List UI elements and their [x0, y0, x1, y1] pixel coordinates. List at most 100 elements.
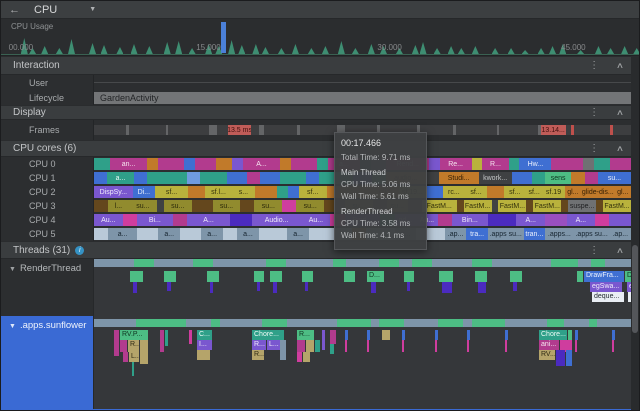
track-segment[interactable]: [583, 158, 594, 170]
track-segment[interactable]: sf...: [465, 186, 487, 198]
track-segment[interactable]: [371, 319, 379, 327]
flame-block[interactable]: DrawFra...: [584, 271, 624, 282]
flame-spike[interactable]: [330, 344, 334, 354]
track-segment[interactable]: FastM...: [498, 200, 526, 212]
track-segment[interactable]: [280, 158, 291, 170]
track-segment[interactable]: [574, 125, 609, 135]
flame-spike[interactable]: [306, 340, 314, 352]
track-segment[interactable]: [259, 228, 288, 240]
track-segment[interactable]: [94, 259, 134, 267]
flame-block[interactable]: L...: [267, 340, 280, 350]
track-segment[interactable]: [94, 319, 136, 327]
track-segment[interactable]: l...: [108, 200, 129, 212]
track-segment[interactable]: [426, 186, 443, 198]
track-segment[interactable]: su...: [213, 200, 241, 212]
track-segment[interactable]: [255, 186, 277, 198]
section-header-display[interactable]: Display ⋮ ∧: [1, 105, 639, 120]
track-segment[interactable]: [216, 158, 232, 170]
track-segment[interactable]: [187, 172, 200, 184]
track-segment[interactable]: A...: [567, 214, 596, 226]
flame-spike[interactable]: [114, 330, 119, 356]
flame-spike[interactable]: [612, 340, 614, 352]
flame-spike[interactable]: [367, 330, 370, 340]
track-segment[interactable]: [180, 228, 201, 240]
vertical-scrollbar-thumb[interactable]: [632, 245, 638, 333]
track-segment[interactable]: Audio...: [252, 214, 302, 226]
flame-spike[interactable]: [442, 282, 452, 293]
flame-spike[interactable]: [210, 282, 213, 293]
track-segment[interactable]: [188, 186, 205, 198]
track-segment[interactable]: Au...: [302, 214, 331, 226]
flame-spike[interactable]: [302, 271, 313, 282]
track-segment[interactable]: [456, 125, 497, 135]
track-segment[interactable]: [209, 125, 217, 135]
kebab-menu-icon[interactable]: ⋮: [589, 245, 599, 256]
track-segment[interactable]: tra...: [466, 228, 487, 240]
flame-spike[interactable]: [612, 330, 615, 340]
flame-spike[interactable]: [322, 330, 325, 350]
flame-spike[interactable]: [513, 282, 517, 291]
track-segment[interactable]: Bin...: [452, 214, 488, 226]
collapse-icon[interactable]: ∧: [616, 108, 624, 117]
track-segment[interactable]: .apps su...: [574, 228, 610, 240]
track-segment[interactable]: [282, 200, 296, 212]
track-segment[interactable]: [153, 319, 187, 327]
selection-marker[interactable]: [221, 22, 226, 53]
track-segment[interactable]: [227, 172, 247, 184]
section-header-interaction[interactable]: Interaction ⋮ ∧: [1, 56, 639, 75]
track-segment[interactable]: [157, 200, 164, 212]
section-header-cpu-cores[interactable]: CPU cores (6) ⋮ ∧: [1, 140, 639, 157]
track-segment[interactable]: R...: [482, 158, 509, 170]
flame-block[interactable]: R...: [252, 340, 266, 350]
flame-block[interactable]: C...: [197, 330, 212, 340]
track-segment[interactable]: [547, 319, 564, 327]
track-segment[interactable]: an...: [110, 158, 147, 170]
flame-spike[interactable]: [568, 330, 572, 340]
track-segment[interactable]: [578, 259, 591, 267]
track-segment[interactable]: [438, 214, 452, 226]
track-segment[interactable]: [94, 228, 108, 240]
collapse-icon[interactable]: ∧: [616, 144, 624, 153]
track-segment[interactable]: [251, 125, 258, 135]
track-segment[interactable]: [432, 259, 472, 267]
track-segment[interactable]: DispSy...: [94, 186, 133, 198]
flame-block[interactable]: L...: [129, 352, 139, 362]
thread-label-renderthread[interactable]: ▼RenderThread: [1, 259, 93, 316]
track-segment[interactable]: [551, 259, 578, 267]
track-segment[interactable]: a...: [237, 228, 258, 240]
track-segment[interactable]: [134, 172, 147, 184]
track-segment[interactable]: [147, 158, 158, 170]
track-segment[interactable]: [147, 172, 187, 184]
track-segment[interactable]: Hw...: [519, 158, 551, 170]
track-segment[interactable]: Re...: [440, 158, 472, 170]
flame-spike[interactable]: [575, 330, 578, 340]
track-segment[interactable]: [220, 319, 262, 327]
track-segment[interactable]: [472, 259, 492, 267]
track-segment[interactable]: [438, 319, 463, 327]
flame-spike[interactable]: [478, 282, 486, 293]
track-segment[interactable]: [192, 200, 213, 212]
collapse-icon[interactable]: ∧: [616, 61, 624, 70]
track-segment[interactable]: [472, 319, 506, 327]
track-segment[interactable]: [200, 172, 227, 184]
flame-spike[interactable]: [140, 340, 148, 364]
flame-spike[interactable]: [467, 330, 470, 340]
kebab-menu-icon[interactable]: ⋮: [589, 60, 599, 71]
kebab-menu-icon[interactable]: ⋮: [589, 143, 599, 154]
track-segment[interactable]: [94, 125, 126, 135]
flame-spike[interactable]: [254, 271, 264, 282]
flame-spike[interactable]: [344, 271, 355, 282]
track-segment[interactable]: [291, 158, 318, 170]
track-segment[interactable]: [186, 319, 211, 327]
flame-spike[interactable]: [575, 340, 577, 352]
flame-block[interactable]: ani...: [539, 340, 559, 350]
track-segment[interactable]: [492, 259, 552, 267]
collapse-icon[interactable]: ∧: [616, 246, 624, 255]
track-segment[interactable]: su...: [164, 200, 192, 212]
track-segment[interactable]: a...: [108, 228, 137, 240]
track-segment[interactable]: [505, 319, 547, 327]
track-segment[interactable]: [571, 172, 584, 184]
flame-block[interactable]: R...: [252, 350, 264, 360]
user-track[interactable]: [93, 75, 631, 90]
flame-block[interactable]: D...: [367, 271, 384, 282]
